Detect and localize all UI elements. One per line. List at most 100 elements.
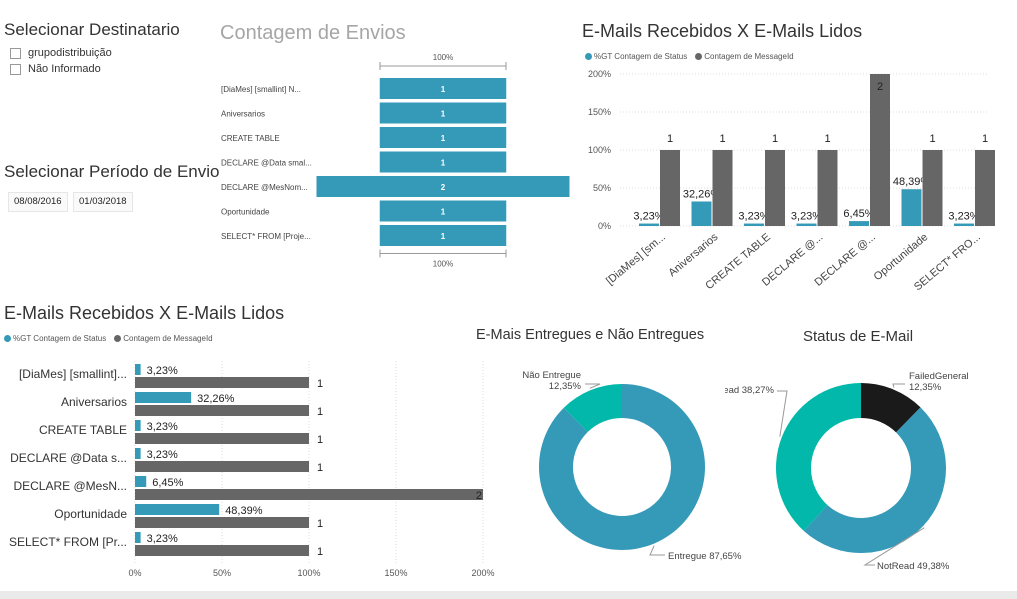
hbar-bar-messageid xyxy=(135,433,309,444)
donut-slice-label: 12,35% xyxy=(909,382,942,393)
hbar-bar-messageid xyxy=(135,377,309,388)
hbar-bar-messageid xyxy=(135,405,309,416)
hbar-label-messageid: 1 xyxy=(317,462,323,474)
funnel-category-label: CREATE TABLE xyxy=(221,134,280,143)
legend-item-status[interactable]: %GT Contagem de Status xyxy=(4,334,106,343)
hbar-chart: 0% 50% 100% 150% 200%[DiaMes] [smallint]... 3… xyxy=(9,361,495,578)
checkbox-icon[interactable] xyxy=(10,63,21,75)
column-bar-messageid xyxy=(975,150,995,226)
hbar-category-label: DECLARE @Data s... xyxy=(10,451,127,465)
legend-item-status[interactable]: %GT Contagem de Status xyxy=(585,52,687,61)
funnel-bar-value: 1 xyxy=(441,110,446,119)
funnel-chart: 100% 1 [DiaMes] [smallint] N... 1 Aniversari… xyxy=(221,53,570,269)
option-grupodistribuicao[interactable]: grupodistribuição xyxy=(10,45,112,61)
column-label-messageid: 2 xyxy=(877,81,883,93)
checkbox-icon[interactable] xyxy=(10,47,21,59)
column-label-messageid: 1 xyxy=(929,133,935,145)
funnel-bar-value: 2 xyxy=(441,183,446,192)
legend-dot-icon xyxy=(585,53,592,60)
hbar-label-messageid: 1 xyxy=(317,378,323,390)
donut1-title: E-Mais Entregues e Não Entregues xyxy=(476,327,705,343)
hbar-label-status: 6,45% xyxy=(152,477,183,489)
donut-leader-line xyxy=(892,383,905,388)
funnel-bar-value: 1 xyxy=(441,232,446,241)
hbar-bar-status xyxy=(135,392,192,403)
hbar-label-messageid: 2 xyxy=(476,490,482,502)
column-y-tick: 50% xyxy=(593,183,611,193)
funnel-category-label: Oportunidade xyxy=(221,208,270,217)
start-date-input[interactable]: 08/08/2016 xyxy=(8,192,68,212)
donut-slice-label: FailedGeneral xyxy=(909,371,969,382)
hbar-bar-messageid xyxy=(135,489,483,500)
slicer-destinatario-title: Selecionar Destinatario xyxy=(4,20,180,39)
hbar-category-label: CREATE TABLE xyxy=(39,423,127,437)
funnel-top-label: 100% xyxy=(433,53,453,62)
hbar-label-status: 3,23% xyxy=(147,365,178,377)
hbar-label-status: 32,26% xyxy=(197,393,235,405)
hbar-bar-status xyxy=(135,476,147,487)
hbar-label-status: 3,23% xyxy=(147,449,178,461)
hbar-label-status: 48,39% xyxy=(225,505,263,517)
donut-slice xyxy=(776,383,861,531)
donut2-title: Status de E-Mail xyxy=(803,328,914,345)
end-date-input[interactable]: 01/03/2018 xyxy=(73,192,133,212)
column-label-messageid: 1 xyxy=(772,133,778,145)
legend-item-messageid[interactable]: Contagem de MessageId xyxy=(114,334,213,343)
funnel-bottom-label: 100% xyxy=(433,260,453,269)
column-y-tick: 150% xyxy=(588,107,611,117)
legend-label: Contagem de MessageId xyxy=(123,334,213,343)
hbar-category-label: Oportunidade xyxy=(54,507,127,521)
column-bar-messageid xyxy=(922,150,943,226)
donut-slice-label: NotRead 49,38% xyxy=(877,561,950,572)
funnel-bar-value: 1 xyxy=(441,208,446,217)
column-bar-status xyxy=(849,221,869,226)
legend-item-messageid[interactable]: Contagem de MessageId xyxy=(695,52,794,61)
hbar-category-label: [DiaMes] [smallint]... xyxy=(19,367,127,381)
legend-dot-icon xyxy=(695,53,703,60)
hbar-bar-messageid xyxy=(135,545,309,556)
option-label: Não Informado xyxy=(28,63,101,75)
funnel-bar-value: 1 xyxy=(441,159,446,168)
column-bar-messageid xyxy=(765,150,785,226)
option-nao-informado[interactable]: Não Informado xyxy=(10,61,112,77)
column-bar-status xyxy=(796,223,817,226)
funnel-bar-value: 1 xyxy=(441,134,446,143)
hbar-label-messageid: 1 xyxy=(317,434,323,446)
column-bar-messageid xyxy=(817,150,838,226)
hbar-label-messageid: 1 xyxy=(317,546,323,558)
hbar-bar-status xyxy=(135,532,141,543)
slicer-destinatario-options: grupodistribuição Não Informado xyxy=(10,45,112,77)
column-bar-status xyxy=(691,201,712,226)
column-y-tick: 200% xyxy=(588,69,611,79)
column-y-tick: 0% xyxy=(598,221,611,231)
funnel-bar-value: 1 xyxy=(441,85,446,94)
hbar-x-tick: 50% xyxy=(213,568,231,578)
hbar-x-tick: 0% xyxy=(128,568,141,578)
hbar-x-tick: 100% xyxy=(297,568,320,578)
donut-leader-line xyxy=(649,545,665,556)
funnel-title: Contagem de Envios xyxy=(220,22,406,44)
legend-dot-icon xyxy=(4,335,11,342)
column-bar-status xyxy=(901,189,922,226)
hbar-label-status: 3,23% xyxy=(147,421,178,433)
funnel-category-label: SELECT* FROM [Proje... xyxy=(221,232,311,241)
funnel-category-label: DECLARE @MesNom... xyxy=(221,183,308,192)
funnel-category-label: DECLARE @Data smal... xyxy=(221,159,312,168)
funnel-category-label: Aniversarios xyxy=(221,110,265,119)
column-x-tick: [DiaMes] [sm... xyxy=(604,231,668,287)
legend-label: %GT Contagem de Status xyxy=(13,334,107,343)
column-chart-legend: %GT Contagem de Status Contagem de Messa… xyxy=(585,52,802,61)
bottom-scrollbar[interactable] xyxy=(0,591,1017,599)
hbar-category-label: DECLARE @MesN... xyxy=(13,479,127,493)
funnel-category-label: [DiaMes] [smallint] N... xyxy=(221,85,301,94)
hbar-label-messageid: 1 xyxy=(317,406,323,418)
donut-slice-label: Read 38,27% xyxy=(725,385,775,396)
column-label-messageid: 1 xyxy=(982,133,988,145)
hbar-category-label: SELECT* FROM [Pr... xyxy=(9,535,127,549)
hbar-bar-messageid xyxy=(135,461,309,472)
legend-label: %GT Contagem de Status xyxy=(594,52,688,61)
donut2-chart: FailedGeneral12,35% NotRead 49,38% Read 38… xyxy=(725,371,969,572)
hbar-label-messageid: 1 xyxy=(317,518,323,530)
column-y-tick: 100% xyxy=(588,145,611,155)
column-x-tick: Aniversarios xyxy=(666,231,720,279)
